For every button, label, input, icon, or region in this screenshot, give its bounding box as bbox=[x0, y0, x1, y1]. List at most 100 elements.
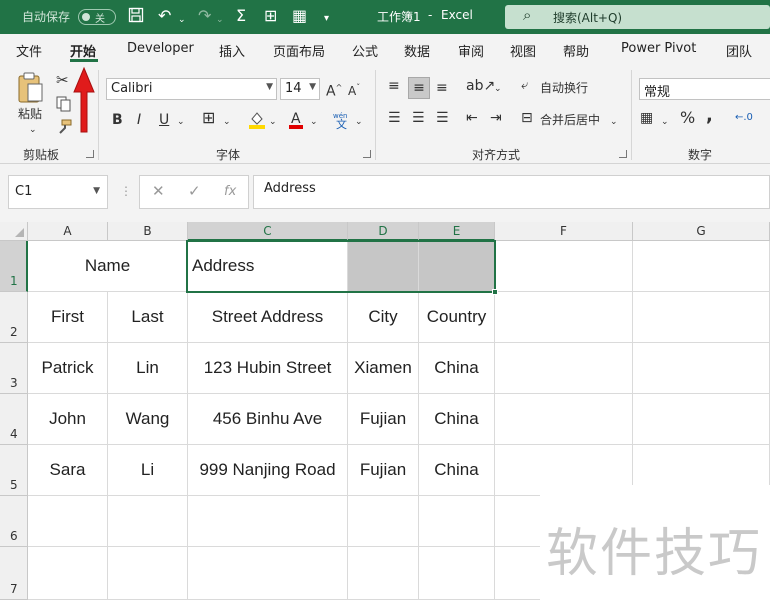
align-left-icon[interactable]: ☰ bbox=[388, 110, 401, 126]
paste-label[interactable]: 粘贴 bbox=[18, 106, 42, 122]
row-header-2[interactable]: 2 bbox=[0, 292, 28, 343]
cell-d4[interactable]: Fujian bbox=[348, 394, 419, 445]
merge-center-icon[interactable]: ⊟ bbox=[521, 110, 533, 126]
cell-e7[interactable] bbox=[419, 547, 495, 600]
fill-color-icon[interactable] bbox=[248, 110, 266, 134]
column-header-f[interactable]: F bbox=[495, 222, 633, 241]
align-center-icon[interactable]: ☰ bbox=[412, 110, 425, 126]
increase-font-icon[interactable]: A^ bbox=[326, 80, 342, 100]
cut-icon[interactable]: ✂ bbox=[56, 72, 69, 88]
align-bottom-icon[interactable]: ≡ bbox=[436, 80, 448, 96]
cell-c2[interactable]: Street Address bbox=[188, 292, 348, 343]
cell-b4[interactable]: Wang bbox=[108, 394, 188, 445]
row-header-7[interactable]: 7 bbox=[0, 547, 28, 600]
cancel-icon[interactable]: ✕ bbox=[152, 182, 165, 200]
comma-style-icon[interactable]: , bbox=[706, 107, 713, 125]
tab-formulas[interactable]: 公式 bbox=[352, 41, 378, 60]
customize-qa-icon[interactable]: ▾ bbox=[324, 10, 329, 28]
phonetic-icon[interactable]: 文 bbox=[336, 117, 347, 133]
cell-c4[interactable]: 456 Binhu Ave bbox=[188, 394, 348, 445]
cell-f1[interactable] bbox=[495, 241, 633, 292]
increase-decimal-icon[interactable]: ←.0 bbox=[735, 110, 753, 126]
cell-d5[interactable]: Fujian bbox=[348, 445, 419, 496]
borders-icon[interactable]: ⊞ bbox=[202, 110, 215, 126]
cell-e5[interactable]: China bbox=[419, 445, 495, 496]
redo-dropdown-icon[interactable]: ⌄ bbox=[216, 11, 224, 29]
row-header-5[interactable]: 5 bbox=[0, 445, 28, 496]
formula-input[interactable]: Address bbox=[253, 175, 770, 209]
cell-c7[interactable] bbox=[188, 547, 348, 600]
merge-dropdown-icon[interactable]: ⌄ bbox=[610, 114, 618, 130]
column-header-b[interactable]: B bbox=[108, 222, 188, 241]
cell-e2[interactable]: Country bbox=[419, 292, 495, 343]
column-header-g[interactable]: G bbox=[633, 222, 770, 241]
align-middle-icon[interactable]: ≡ bbox=[408, 77, 430, 99]
tab-power-pivot[interactable]: Power Pivot bbox=[621, 41, 696, 56]
tab-review[interactable]: 审阅 bbox=[458, 41, 484, 60]
row-header-1[interactable]: 1 bbox=[0, 241, 28, 292]
cell-d6[interactable] bbox=[348, 496, 419, 547]
cell-a2[interactable]: First bbox=[28, 292, 108, 343]
cell-b3[interactable]: Lin bbox=[108, 343, 188, 394]
cell-a4[interactable]: John bbox=[28, 394, 108, 445]
borders-dropdown-icon[interactable]: ⌄ bbox=[223, 114, 231, 130]
italic-icon[interactable]: I bbox=[137, 112, 141, 128]
format-painter-icon[interactable] bbox=[56, 119, 72, 139]
phonetic-dropdown-icon[interactable]: ⌄ bbox=[355, 114, 363, 130]
merge-center-label[interactable]: 合并后居中 bbox=[540, 112, 600, 128]
clipboard-launcher-icon[interactable] bbox=[86, 150, 94, 158]
wrap-text-icon[interactable]: ⤶ bbox=[521, 78, 528, 94]
cell-b7[interactable] bbox=[108, 547, 188, 600]
column-header-d[interactable]: D bbox=[348, 222, 419, 241]
cell-g1[interactable] bbox=[633, 241, 770, 292]
cell-e1[interactable] bbox=[419, 241, 495, 292]
cell-b6[interactable] bbox=[108, 496, 188, 547]
tab-data[interactable]: 数据 bbox=[404, 41, 430, 60]
alignment-launcher-icon[interactable] bbox=[619, 150, 627, 158]
font-size-select[interactable]: 14 ▼ bbox=[280, 78, 320, 100]
cell-c3[interactable]: 123 Hubin Street bbox=[188, 343, 348, 394]
camera-icon[interactable]: ⊞ bbox=[264, 7, 277, 25]
redo-icon[interactable]: ↷ bbox=[198, 7, 211, 25]
accounting-format-icon[interactable]: ▦ bbox=[640, 110, 653, 126]
drag-handle-icon[interactable]: ⋮ bbox=[120, 184, 132, 198]
orientation-dropdown-icon[interactable]: ⌄ bbox=[494, 81, 502, 97]
number-format-select[interactable]: 常规 bbox=[639, 78, 770, 100]
select-all-button[interactable] bbox=[0, 222, 28, 241]
font-color-icon[interactable]: A bbox=[288, 110, 304, 134]
font-launcher-icon[interactable] bbox=[363, 150, 371, 158]
cell-g4[interactable] bbox=[633, 394, 770, 445]
underline-dropdown-icon[interactable]: ⌄ bbox=[177, 114, 185, 130]
cell-b2[interactable]: Last bbox=[108, 292, 188, 343]
cell-a3[interactable]: Patrick bbox=[28, 343, 108, 394]
row-header-3[interactable]: 3 bbox=[0, 343, 28, 394]
cell-d2[interactable]: City bbox=[348, 292, 419, 343]
paste-icon[interactable] bbox=[16, 72, 46, 108]
autosum-icon[interactable]: Σ bbox=[236, 7, 246, 25]
align-right-icon[interactable]: ☰ bbox=[436, 110, 449, 126]
accounting-dropdown-icon[interactable]: ⌄ bbox=[661, 114, 669, 130]
align-top-icon[interactable]: ≡ bbox=[388, 78, 400, 94]
cell-f3[interactable] bbox=[495, 343, 633, 394]
insert-function-icon[interactable]: fx bbox=[224, 184, 236, 199]
cell-b5[interactable]: Li bbox=[108, 445, 188, 496]
row-header-4[interactable]: 4 bbox=[0, 394, 28, 445]
underline-icon[interactable]: U bbox=[159, 112, 169, 128]
cell-a6[interactable] bbox=[28, 496, 108, 547]
cell-c6[interactable] bbox=[188, 496, 348, 547]
undo-icon[interactable]: ↶ bbox=[158, 7, 171, 25]
cell-e4[interactable]: China bbox=[419, 394, 495, 445]
cell-g3[interactable] bbox=[633, 343, 770, 394]
copy-icon[interactable] bbox=[56, 96, 72, 116]
paste-dropdown-icon[interactable]: ⌄ bbox=[29, 122, 37, 138]
cell-a5[interactable]: Sara bbox=[28, 445, 108, 496]
cell-d3[interactable]: Xiamen bbox=[348, 343, 419, 394]
cell-e6[interactable] bbox=[419, 496, 495, 547]
cell-d1[interactable] bbox=[348, 241, 419, 292]
cell-c1[interactable]: Address bbox=[188, 241, 348, 292]
cell-d7[interactable] bbox=[348, 547, 419, 600]
enter-icon[interactable]: ✓ bbox=[188, 182, 201, 200]
cell-e3[interactable]: China bbox=[419, 343, 495, 394]
fill-color-dropdown-icon[interactable]: ⌄ bbox=[269, 114, 277, 130]
tab-page-layout[interactable]: 页面布局 bbox=[273, 41, 325, 60]
